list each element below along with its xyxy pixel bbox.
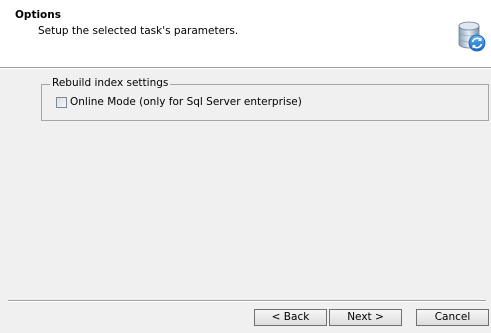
online-mode-option[interactable]: Online Mode (only for Sql Server enterpr…	[56, 96, 302, 108]
database-sync-icon	[458, 21, 486, 52]
online-mode-label[interactable]: Online Mode (only for Sql Server enterpr…	[70, 96, 302, 108]
back-button[interactable]: < Back	[254, 309, 327, 326]
online-mode-checkbox[interactable]	[56, 96, 67, 108]
footer-divider	[8, 300, 486, 302]
header-banner: Options Setup the selected task's parame…	[0, 0, 491, 68]
page-title: Options	[15, 9, 61, 21]
next-button[interactable]: Next >	[329, 309, 402, 326]
page-subtitle: Setup the selected task's parameters.	[38, 25, 239, 37]
header-divider	[0, 68, 491, 69]
groupbox-legend: Rebuild index settings	[50, 77, 171, 89]
cancel-button[interactable]: Cancel	[416, 309, 489, 326]
